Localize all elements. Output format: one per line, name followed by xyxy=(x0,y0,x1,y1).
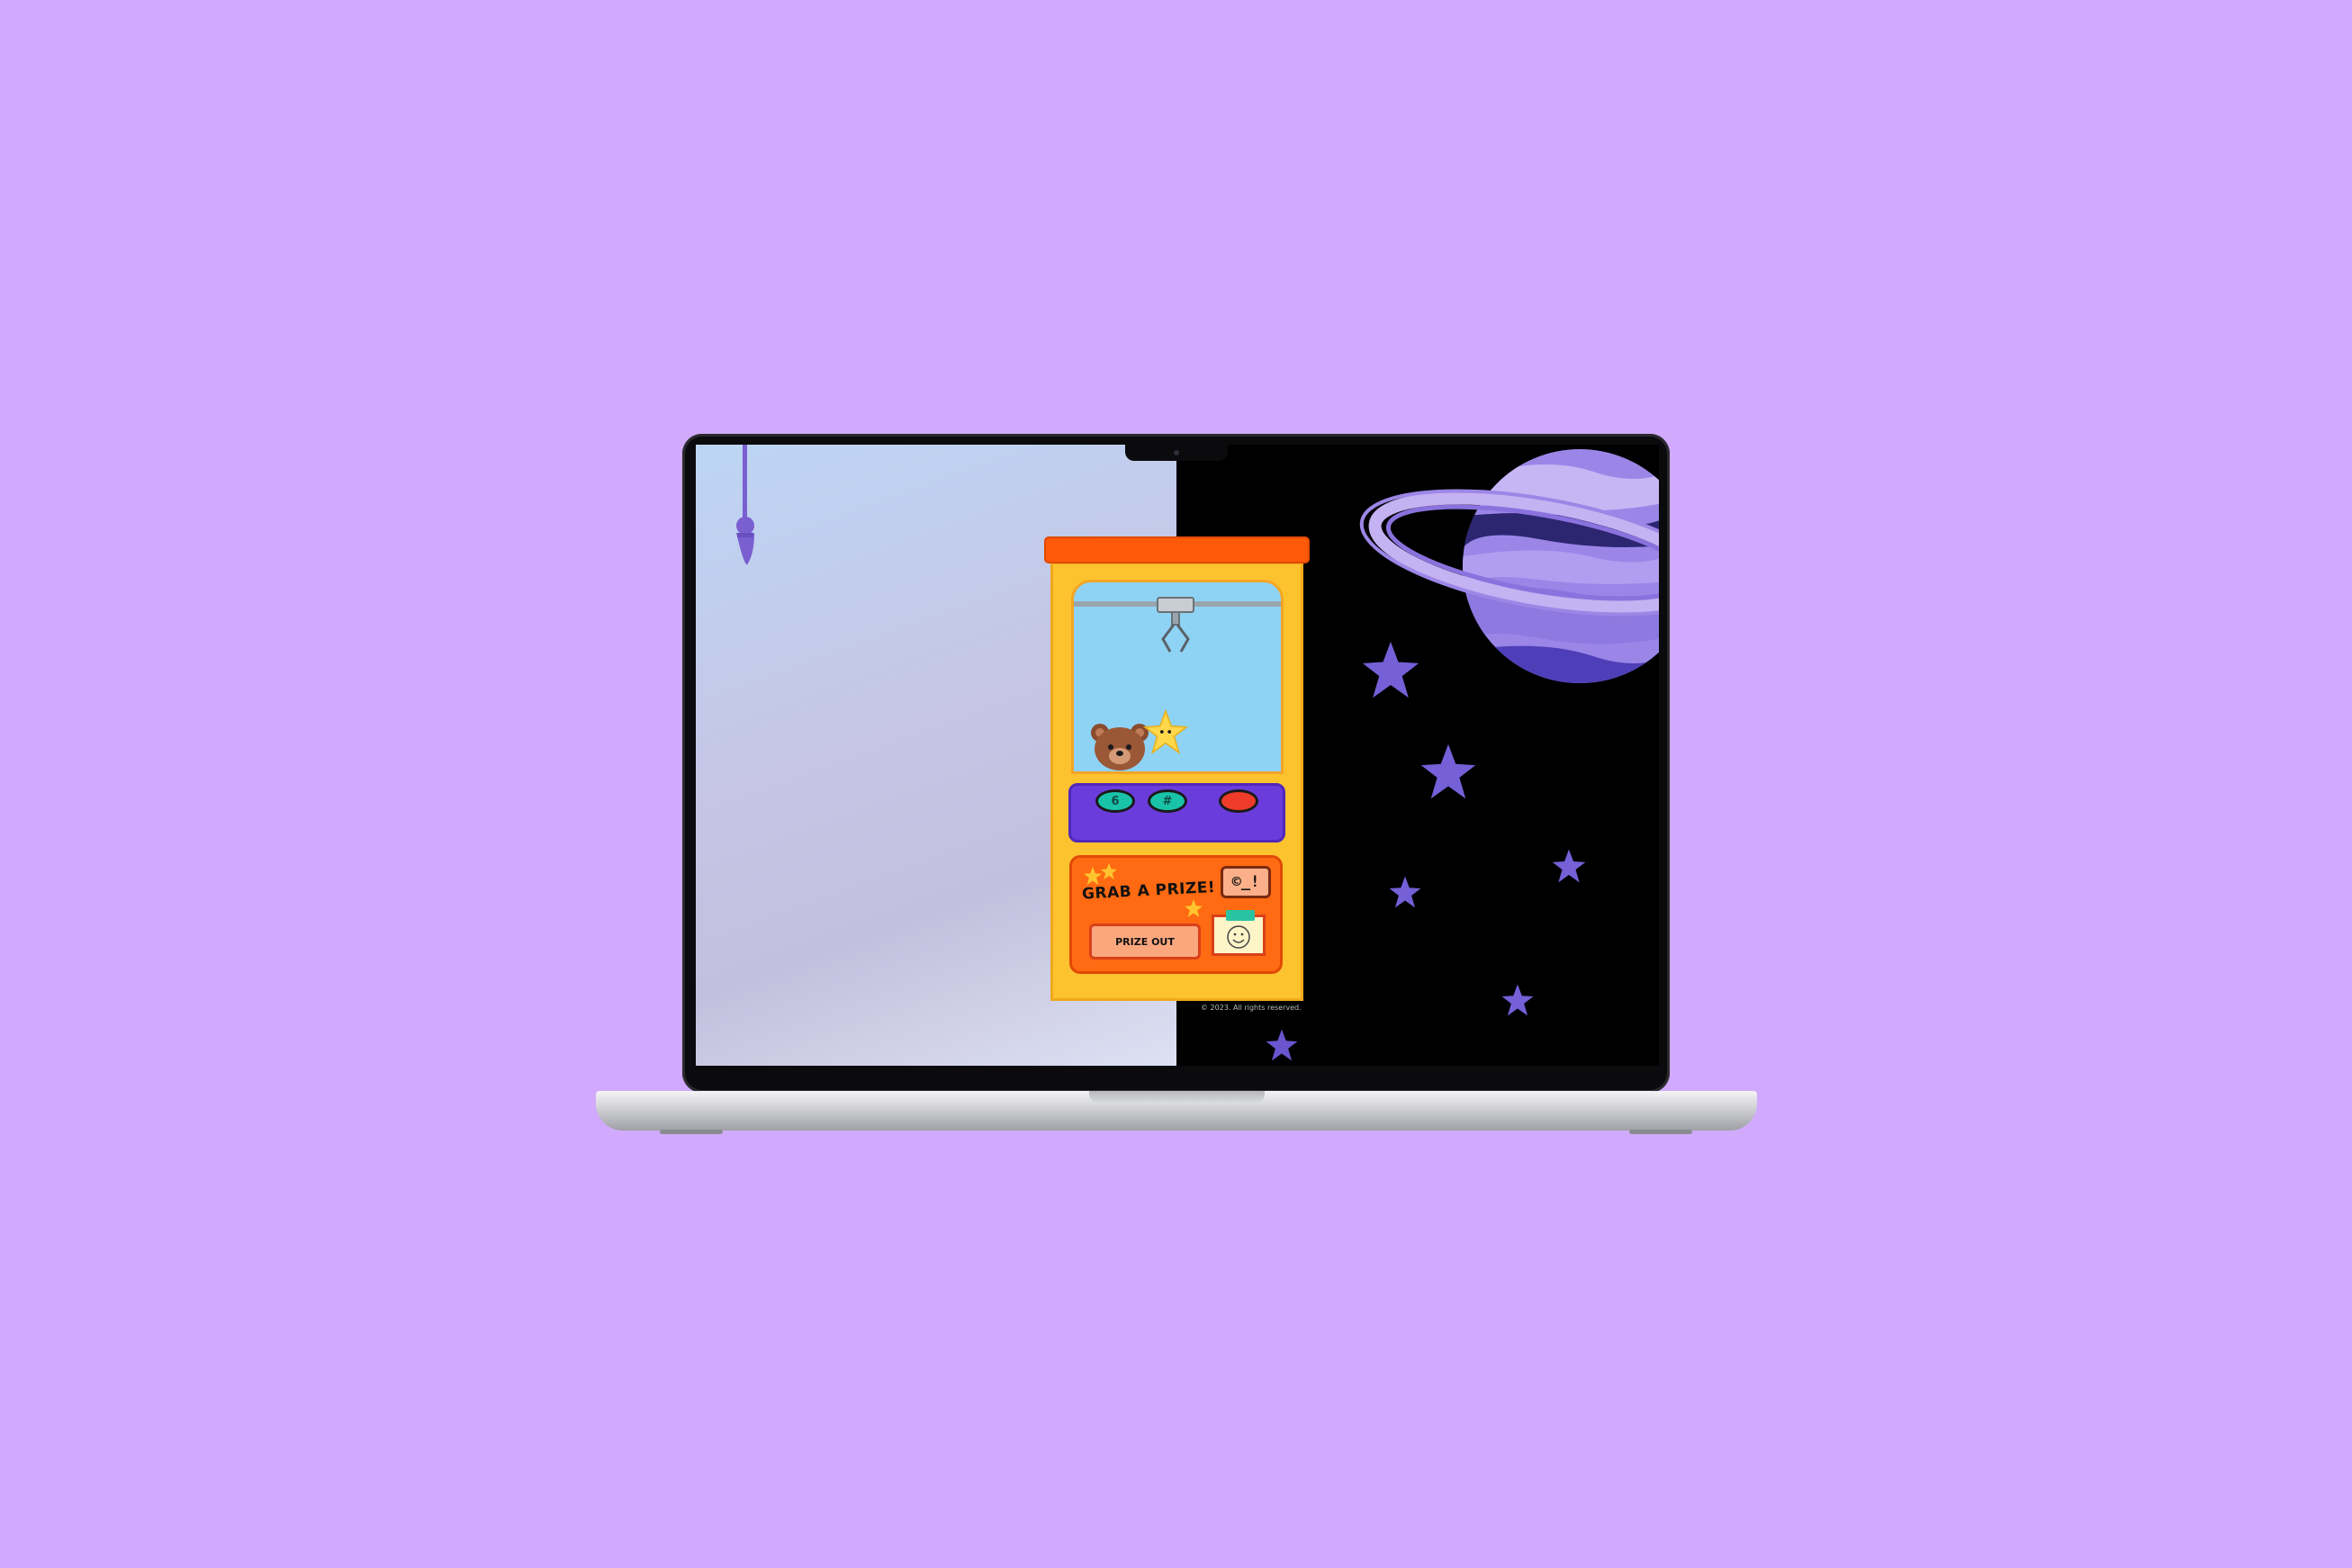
claw-icon[interactable] xyxy=(1152,596,1199,659)
star-icon xyxy=(1184,898,1203,918)
coin-slot[interactable]: ©_! xyxy=(1221,866,1271,898)
rope-line xyxy=(743,445,747,522)
star-plush-icon[interactable] xyxy=(1143,709,1188,754)
camera xyxy=(1174,450,1179,455)
laptop-foot-right xyxy=(1629,1130,1692,1134)
star-icon xyxy=(1552,849,1586,883)
prize-out-button[interactable]: PRIZE OUT xyxy=(1089,924,1201,960)
star-icon xyxy=(1389,876,1421,908)
grab-button[interactable] xyxy=(1219,789,1258,813)
tape xyxy=(1226,910,1255,921)
star-icon xyxy=(1420,743,1476,799)
claw-machine-top xyxy=(1044,536,1310,563)
star-icon xyxy=(1100,862,1118,880)
star-icon xyxy=(1501,984,1534,1016)
control-button-1[interactable]: 6 xyxy=(1095,789,1135,813)
footer-copyright: © 2023. All rights reserved. xyxy=(1201,1004,1302,1012)
laptop-foot-left xyxy=(660,1130,723,1134)
control-button-2[interactable]: # xyxy=(1148,789,1187,813)
star-icon xyxy=(1362,641,1419,698)
teddy-bear-icon[interactable] xyxy=(1089,720,1150,772)
rope-claw-icon[interactable] xyxy=(730,517,761,571)
laptop-base-notch xyxy=(1089,1091,1265,1103)
star-icon xyxy=(1266,1029,1298,1061)
